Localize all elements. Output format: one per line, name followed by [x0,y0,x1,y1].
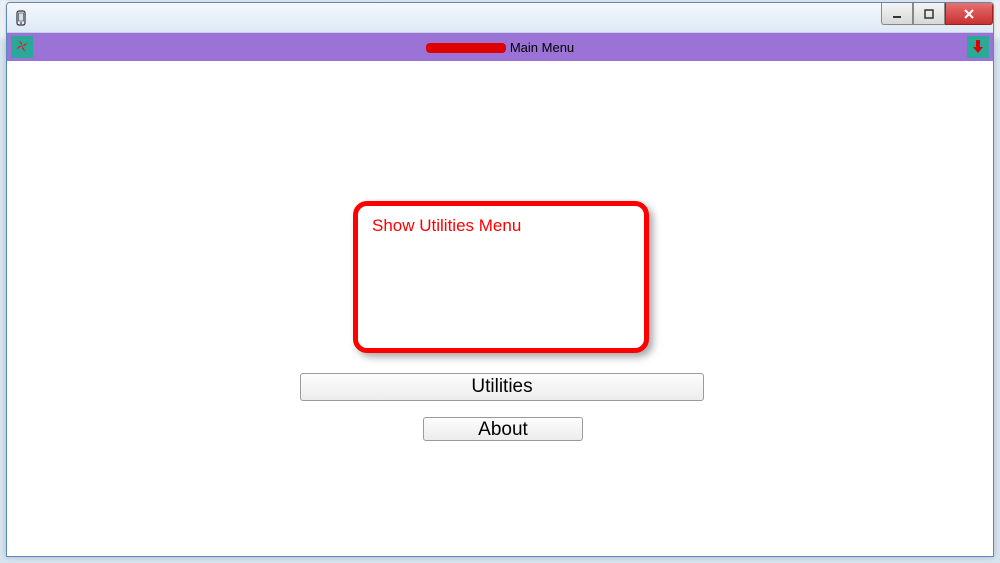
app-header-bar: Main Menu [7,33,993,61]
minimize-button[interactable] [881,3,913,25]
window-titlebar[interactable] [7,3,993,33]
window-controls [881,3,993,25]
header-title: Main Menu [510,40,574,55]
app-icon [13,10,29,26]
app-window: Main Menu Show Utilities Menu Utilities … [6,2,994,557]
callout-text: Show Utilities Menu [372,216,630,236]
pinwheel-icon [14,38,30,57]
about-button[interactable]: About [423,417,583,441]
close-button[interactable] [945,3,993,25]
header-right-button[interactable] [967,36,989,58]
utilities-button[interactable]: Utilities [300,373,704,401]
down-arrow-icon [971,38,985,57]
header-left-button[interactable] [11,36,33,58]
maximize-button[interactable] [913,3,945,25]
tooltip-callout: Show Utilities Menu [353,201,649,353]
redacted-text [426,43,506,53]
app-body: Show Utilities Menu Utilities About [7,61,993,556]
